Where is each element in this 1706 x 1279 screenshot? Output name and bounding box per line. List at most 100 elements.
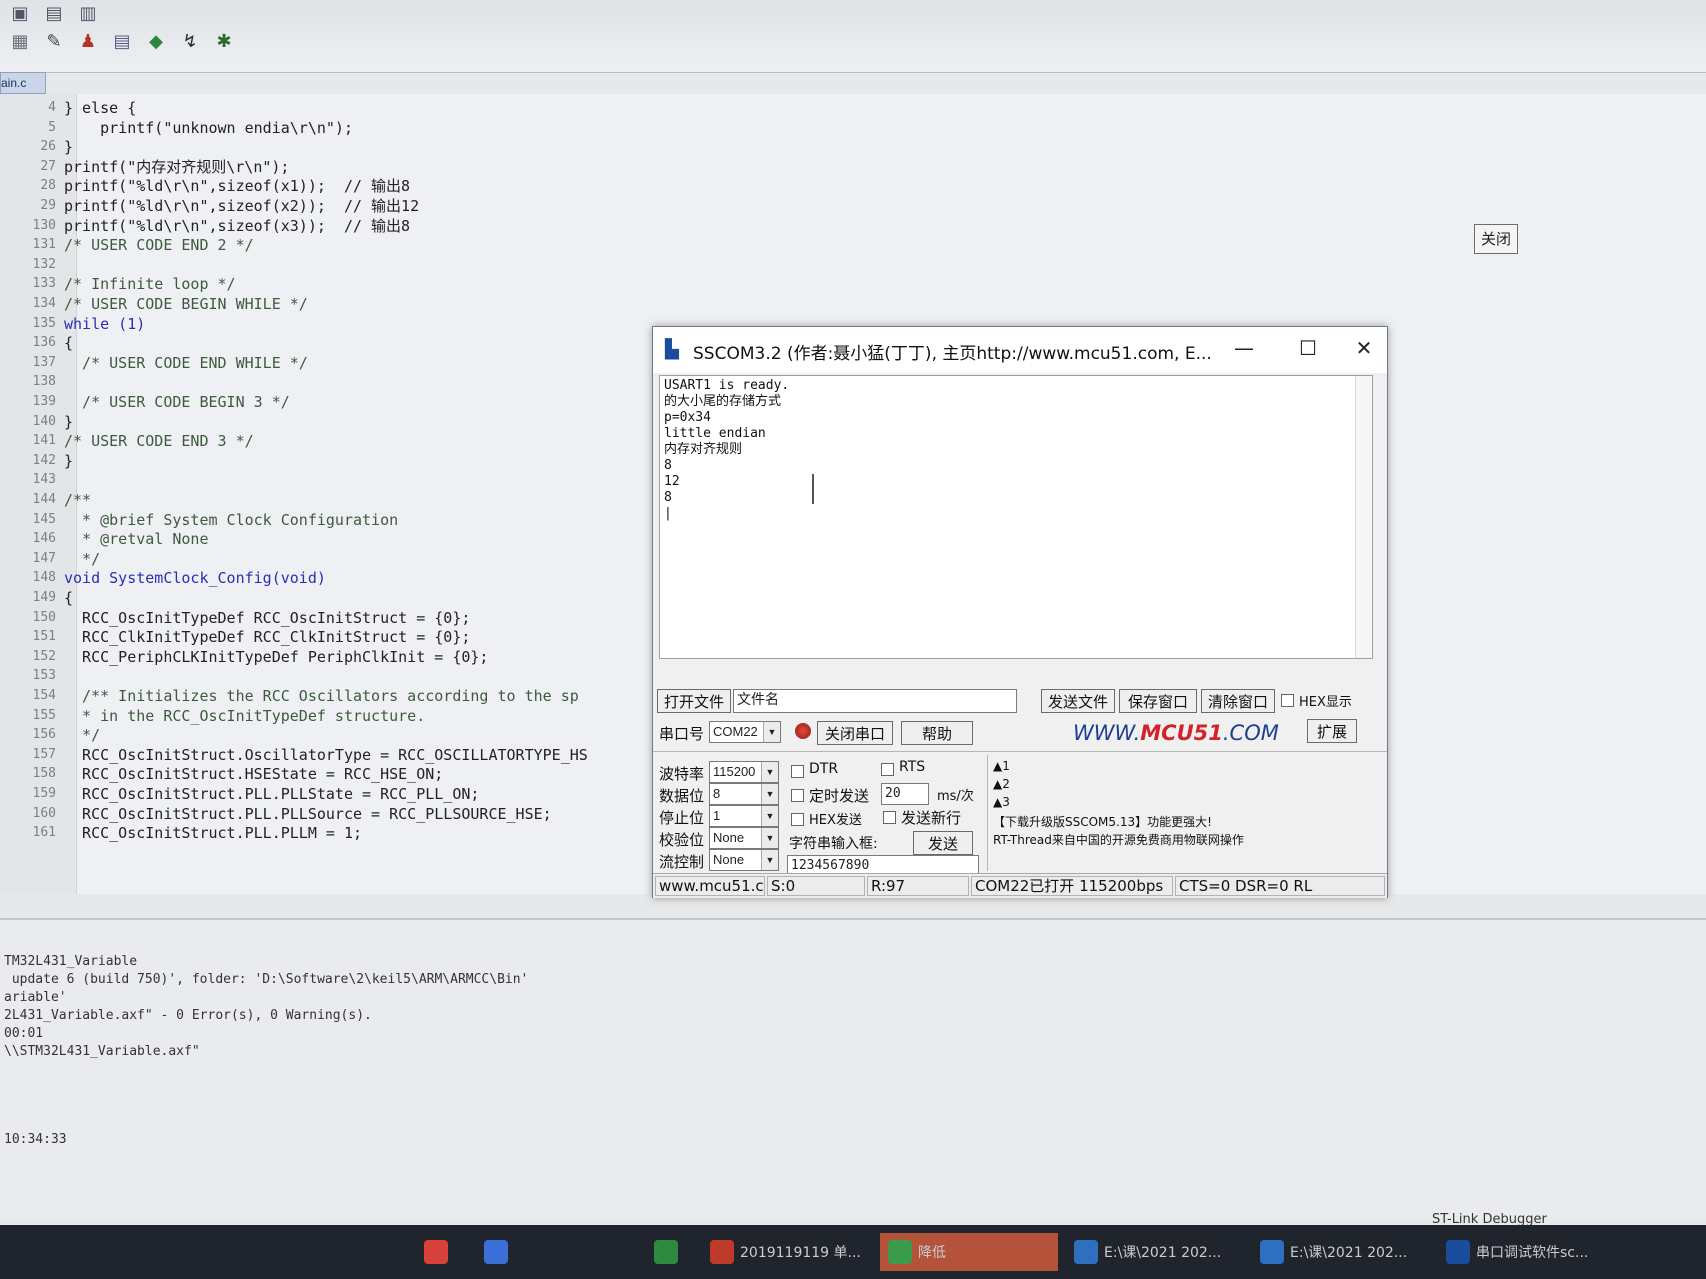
debug-icon[interactable]: ✱ — [212, 30, 236, 54]
code-line[interactable]: } — [64, 137, 73, 157]
extend-button[interactable]: 扩展 — [1307, 719, 1357, 743]
code-line[interactable]: } — [64, 451, 73, 471]
timed-send-checkbox[interactable] — [791, 789, 804, 802]
menu-icon-row: ▣ ▤ ▥ — [0, 2, 100, 26]
file-tab-main-c[interactable]: ain.c — [0, 72, 46, 94]
sscom-icon — [1446, 1240, 1470, 1264]
sscom-title: SSCOM3.2 (作者:聂小猛(丁丁), 主页http://www.mcu51… — [693, 344, 1212, 364]
code-line[interactable]: printf("内存对齐规则\r\n"); — [64, 157, 289, 177]
line-number: 143 — [32, 472, 56, 488]
stopbits-select[interactable]: 1 ▼ — [709, 805, 779, 827]
code-line[interactable]: { — [64, 333, 73, 353]
code-line[interactable]: RCC_OscInitStruct.PLL.PLLSource = RCC_PL… — [64, 804, 552, 824]
manage-icon[interactable]: ▤ — [110, 30, 134, 54]
code-line[interactable]: /** Initializes the RCC Oscillators acco… — [64, 686, 579, 706]
line-number: 27 — [40, 158, 56, 174]
target-options-icon[interactable]: ♟ — [76, 30, 100, 54]
maximize-icon[interactable]: ☐ — [1285, 333, 1331, 363]
clear-window-button[interactable]: 清除窗口 — [1201, 689, 1275, 713]
copy-icon[interactable]: ▥ — [76, 2, 100, 26]
code-line[interactable]: void SystemClock_Config(void) — [64, 568, 326, 588]
help-button[interactable]: 帮助 — [901, 721, 973, 745]
ad-line[interactable]: 【下载升级版SSCOM5.13】功能更强大! — [993, 813, 1212, 830]
code-line[interactable]: /* USER CODE END 2 */ — [64, 235, 254, 255]
hex-display-checkbox[interactable] — [1281, 694, 1294, 707]
line-number: 148 — [32, 570, 56, 586]
minimize-icon[interactable]: — — [1221, 333, 1267, 363]
databits-label: 数据位 — [659, 787, 705, 805]
code-line[interactable]: /** — [64, 490, 91, 510]
hex-send-checkbox[interactable] — [791, 813, 804, 826]
code-line[interactable]: /* USER CODE BEGIN 3 */ — [64, 392, 290, 412]
build-output-line: 10:34:33 — [4, 1132, 67, 1147]
code-line[interactable]: RCC_OscInitStruct.OscillatorType = RCC_O… — [64, 745, 588, 765]
taskbar-app-icon[interactable] — [424, 1233, 458, 1271]
code-line[interactable]: printf("%ld\r\n",sizeof(x1)); // 输出8 — [64, 176, 410, 196]
taskbar-item[interactable]: 串口调试软件sc... — [1446, 1233, 1642, 1271]
baud-select[interactable]: 115200 ▼ — [709, 761, 779, 783]
open-file-button[interactable]: 打开文件 — [657, 689, 731, 713]
code-line[interactable]: /* Infinite loop */ — [64, 274, 236, 294]
divider — [987, 755, 988, 871]
open-icon[interactable]: ▤ — [42, 2, 66, 26]
code-line[interactable]: { — [64, 588, 73, 608]
dtr-checkbox[interactable] — [791, 765, 804, 778]
line-number: 147 — [32, 550, 56, 566]
line-number: 153 — [32, 668, 56, 684]
code-line[interactable]: RCC_OscInitStruct.HSEState = RCC_HSE_ON; — [64, 764, 443, 784]
file-name-field[interactable]: 文件名 — [733, 689, 1017, 713]
code-line[interactable]: */ — [64, 549, 100, 569]
code-line[interactable]: RCC_OscInitTypeDef RCC_OscInitStruct = {… — [64, 608, 470, 628]
code-line[interactable]: /* USER CODE END 3 */ — [64, 431, 254, 451]
code-line[interactable]: RCC_OscInitStruct.PLL.PLLState = RCC_PLL… — [64, 784, 479, 804]
close-button[interactable]: 关闭 — [1474, 224, 1518, 254]
send-button[interactable]: 发送 — [913, 831, 973, 855]
taskbar-item[interactable]: E:\课\2021 202... — [1074, 1233, 1244, 1271]
close-port-button[interactable]: 关闭串口 — [817, 721, 893, 745]
flow-select[interactable]: None ▼ — [709, 849, 779, 871]
taskbar-item-active[interactable]: 降低 — [880, 1233, 1058, 1271]
pack-icon[interactable]: ◆ — [144, 30, 168, 54]
send-file-button[interactable]: 发送文件 — [1041, 689, 1115, 713]
interval-field[interactable]: 20 — [881, 783, 929, 805]
code-line[interactable]: /* USER CODE BEGIN WHILE */ — [64, 294, 308, 314]
code-line[interactable]: * @retval None — [64, 529, 208, 549]
sscom-title-bar[interactable]: ▙ SSCOM3.2 (作者:聂小猛(丁丁), 主页http://www.mcu… — [653, 327, 1387, 373]
code-line[interactable]: /* USER CODE END WHILE */ — [64, 353, 308, 373]
parity-select[interactable]: None ▼ — [709, 827, 779, 849]
code-line[interactable]: printf("%ld\r\n",sizeof(x3)); // 输出8 — [64, 216, 410, 236]
chevron-down-icon: ▼ — [763, 722, 780, 742]
taskbar-app-icon[interactable] — [654, 1233, 688, 1271]
taskbar-item[interactable]: E:\课\2021 202... — [1260, 1233, 1430, 1271]
ad-line[interactable]: RT-Thread来自中国的开源免费商用物联网操作 — [993, 831, 1244, 848]
rts-checkbox[interactable] — [881, 763, 894, 776]
translate-icon[interactable]: ▦ — [8, 30, 32, 54]
line-number: 145 — [32, 511, 56, 527]
code-line[interactable]: printf("unknown endia\r\n"); — [64, 118, 353, 138]
receive-line: 的大小尾的存储方式 — [664, 394, 782, 409]
code-line[interactable]: RCC_PeriphCLKInitTypeDef PeriphClkInit =… — [64, 647, 488, 667]
receive-area[interactable]: USART1 is ready. 的大小尾的存储方式 p=0x34 little… — [659, 375, 1373, 659]
code-line[interactable]: while (1) — [64, 314, 145, 334]
code-line[interactable]: } — [64, 412, 73, 432]
code-line[interactable]: } else { — [64, 98, 136, 118]
code-line[interactable]: printf("%ld\r\n",sizeof(x2)); // 输出12 — [64, 196, 419, 216]
receive-line: | — [664, 506, 672, 521]
save-icon[interactable]: ▣ — [8, 2, 32, 26]
send-newline-checkbox[interactable] — [883, 811, 896, 824]
port-select[interactable]: COM22 ▼ — [709, 721, 781, 743]
save-window-button[interactable]: 保存窗口 — [1119, 689, 1197, 713]
pointer-icon[interactable]: ↯ — [178, 30, 202, 54]
wand-icon[interactable]: ✎ — [42, 30, 66, 54]
taskbar-item[interactable]: 2019119119 单... — [710, 1233, 870, 1271]
code-line[interactable]: * in the RCC_OscInitTypeDef structure. — [64, 706, 425, 726]
taskbar-app-icon[interactable] — [484, 1233, 634, 1271]
code-line[interactable]: * @brief System Clock Configuration — [64, 510, 398, 530]
website-suffix: .COM — [1222, 721, 1279, 745]
receive-vertical-scrollbar[interactable] — [1355, 376, 1372, 658]
code-line[interactable]: RCC_ClkInitTypeDef RCC_ClkInitStruct = {… — [64, 627, 470, 647]
close-icon[interactable]: ✕ — [1341, 333, 1387, 363]
databits-select[interactable]: 8 ▼ — [709, 783, 779, 805]
code-line[interactable]: RCC_OscInitStruct.PLL.PLLM = 1; — [64, 823, 362, 843]
code-line[interactable]: */ — [64, 725, 100, 745]
